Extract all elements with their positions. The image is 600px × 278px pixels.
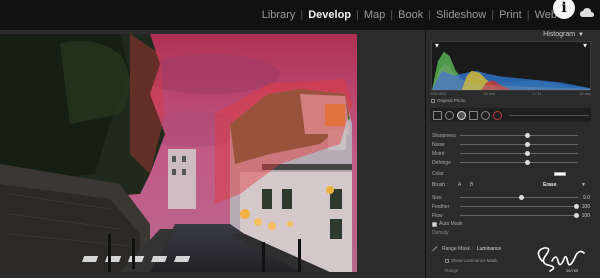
module-list: Library | Develop | Map | Book | Slidesh… (257, 9, 562, 21)
histogram-header[interactable]: Histogram ▼ (543, 31, 584, 38)
detail-sliders: Sharpness Noise Moiré Defringe (432, 131, 592, 167)
cloud-icon[interactable] (580, 8, 594, 18)
spot-removal-icon[interactable] (445, 110, 454, 120)
graduated-filter-icon[interactable] (469, 110, 478, 120)
module-print[interactable]: Print (494, 9, 527, 21)
module-picker: Library | Develop | Map | Book | Slidesh… (0, 0, 600, 30)
slider-label: Noise (432, 141, 445, 148)
module-library[interactable]: Library (257, 9, 301, 21)
range-mask-row[interactable]: Range Mask : Luminance (430, 245, 501, 253)
histogram-title: Histogram (543, 31, 576, 38)
range-mask-mode[interactable]: Luminance (477, 246, 501, 252)
module-map[interactable]: Map (359, 9, 390, 21)
brush-header: Brush : A B Erase ▼ (432, 182, 592, 188)
slider-knob[interactable] (519, 195, 524, 200)
signature-caption: 36/765 (566, 268, 579, 273)
brush-icon (431, 246, 437, 252)
red-eye-icon[interactable] (457, 110, 466, 120)
slider-track[interactable] (460, 151, 578, 156)
adjustment-brush-icon[interactable] (493, 110, 502, 120)
slider-knob[interactable] (524, 160, 530, 165)
brush-a-button[interactable]: A (458, 182, 461, 188)
lightroom-window: Library | Develop | Map | Book | Slidesh… (0, 0, 600, 278)
slider-knob[interactable] (524, 151, 530, 156)
slider-label: Moiré (432, 150, 445, 157)
slider-moire[interactable]: Moiré (432, 149, 592, 158)
slider-defringe[interactable]: Defringe (432, 158, 592, 167)
shutter-value: 15 sec (579, 91, 591, 96)
color-label: Color (432, 171, 444, 177)
slider-knob[interactable] (574, 204, 580, 209)
auto-mask-label: Auto Mask (439, 221, 463, 227)
brush-sliders: Size 9.0 Feather 100 Flow 100 (432, 193, 592, 220)
iso-value: ISO 800 (431, 91, 446, 96)
density-label: Density (432, 230, 449, 236)
color-row[interactable]: Color (432, 171, 592, 177)
photo-canvas[interactable] (0, 30, 425, 278)
slider-track[interactable] (460, 133, 578, 138)
density-row[interactable]: Density (432, 230, 449, 236)
slider-track[interactable] (460, 204, 580, 209)
signature-logo (537, 247, 585, 272)
module-develop[interactable]: Develop (303, 9, 356, 21)
slider-label: Feather (432, 203, 450, 210)
show-luminance-label: Show Luminance Mask (451, 258, 498, 263)
slider-feather[interactable]: Feather 100 (432, 202, 592, 211)
brush-b-button[interactable]: B (470, 182, 473, 188)
slider-value: 9.0 (583, 194, 590, 201)
slider-track[interactable] (460, 195, 578, 200)
develop-right-panel: Histogram ▼ ISO 800 24 mm f / 11 15 sec O… (425, 30, 600, 278)
radial-filter-icon[interactable] (481, 110, 490, 120)
module-book[interactable]: Book (393, 9, 428, 21)
histogram-chart[interactable] (431, 41, 591, 91)
slider-knob[interactable] (524, 133, 530, 138)
range-mask-label: Range Mask : (442, 246, 473, 252)
tool-divider (509, 114, 589, 116)
slider-label: Defringe (432, 159, 451, 166)
auto-mask-toggle[interactable]: Auto Mask (432, 221, 463, 227)
slider-label: Size (432, 194, 442, 201)
erase-button[interactable]: Erase (543, 182, 557, 188)
exif-info: ISO 800 24 mm f / 11 15 sec (431, 91, 591, 96)
slider-value: 100 (581, 212, 590, 219)
slider-sharpness[interactable]: Sharpness (432, 131, 592, 140)
brush-label: Brush : (432, 182, 448, 188)
info-icon[interactable]: i (553, 0, 575, 19)
original-photo-label: Original Photo (437, 98, 466, 103)
slider-track[interactable] (460, 160, 578, 165)
slider-label: Sharpness (432, 132, 456, 139)
slider-label: Flow (432, 212, 443, 219)
slider-track[interactable] (460, 213, 580, 218)
brush-collapse-triangle-icon[interactable]: ▼ (581, 182, 586, 188)
focal-length-value: 24 mm (483, 91, 496, 96)
photo-preview[interactable] (0, 34, 357, 272)
slider-flow[interactable]: Flow 100 (432, 211, 592, 220)
aperture-value: f / 11 (533, 91, 542, 96)
module-slideshow[interactable]: Slideshow (431, 9, 491, 21)
show-luminance-toggle[interactable]: Show Luminance Mask (445, 258, 498, 263)
crop-tool-icon[interactable] (433, 110, 442, 120)
original-photo-checkbox[interactable] (431, 98, 435, 103)
range-slider-label: Range (445, 268, 459, 273)
auto-mask-checkbox[interactable] (432, 221, 437, 227)
slider-value: 100 (581, 203, 590, 210)
original-photo-toggle[interactable]: Original Photo (431, 98, 466, 103)
color-swatch[interactable] (554, 172, 566, 176)
slider-knob[interactable] (524, 142, 530, 147)
show-luminance-checkbox[interactable] (445, 258, 449, 263)
collapse-triangle-icon[interactable]: ▼ (578, 32, 584, 38)
tool-strip (431, 108, 591, 122)
slider-track[interactable] (460, 142, 578, 147)
slider-noise[interactable]: Noise (432, 140, 592, 149)
slider-knob[interactable] (574, 213, 580, 218)
slider-size[interactable]: Size 9.0 (432, 193, 592, 202)
